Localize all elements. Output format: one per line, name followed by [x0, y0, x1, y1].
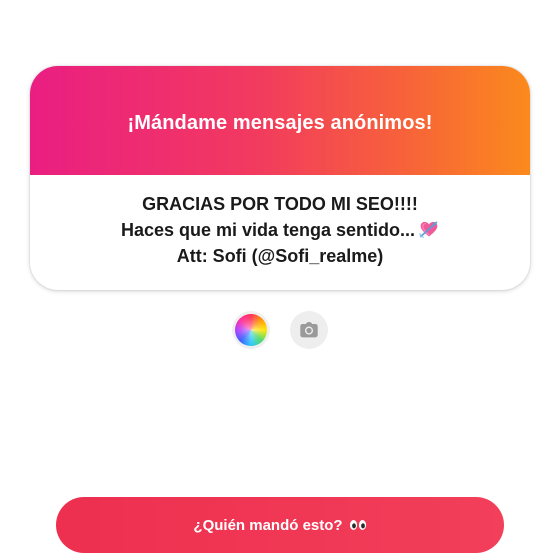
message-line-1: GRACIAS POR TODO MI SEO!!!! [142, 193, 418, 214]
message-line-2: Haces que mi vida tenga sentido... [120, 219, 416, 240]
message-card: ¡Mándame mensajes anónimos! GRACIAS POR … [30, 66, 530, 290]
who-sent-this-label: ¿Quién mandó esto? [193, 516, 343, 534]
message-line-2-wrap: Haces que mi vida tenga sentido... [121, 217, 439, 243]
camera-button[interactable] [290, 311, 328, 349]
heart-with-arrow-icon [419, 221, 438, 238]
card-controls [0, 311, 560, 351]
who-sent-this-button[interactable]: ¿Quién mandó esto? [56, 497, 504, 553]
color-wheel-icon [235, 314, 267, 346]
camera-icon [300, 322, 318, 338]
card-header: ¡Mándame mensajes anónimos! [30, 66, 530, 175]
page: ¡Mándame mensajes anónimos! GRACIAS POR … [0, 0, 560, 560]
message-line-3: Att: Sofi (@Sofi_realme) [176, 245, 384, 266]
color-picker-button[interactable] [232, 311, 270, 349]
card-title: ¡Mándame mensajes anónimos! [127, 112, 433, 134]
card-body: GRACIAS POR TODO MI SEO!!!! Haces que mi… [30, 175, 530, 290]
eyes-icon [349, 519, 367, 531]
